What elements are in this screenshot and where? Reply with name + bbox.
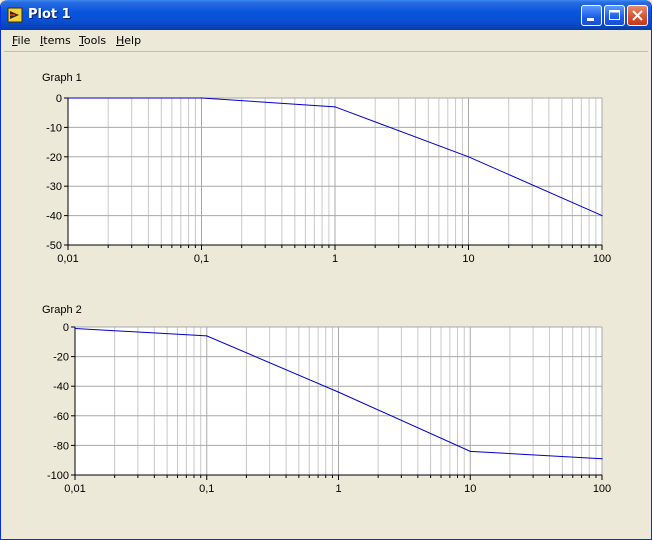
x-tick-label: 0,1 [199, 483, 214, 495]
y-tick-label: -20 [53, 352, 69, 364]
plot-window: Plot 1 File Items Tools Help Graph 1 Gra… [0, 0, 652, 540]
graph-2-chart: 0,01 0,1 1 10 100 0 -20 -40 -60 -80 -100 [47, 322, 611, 495]
y-tick-label: -100 [47, 470, 69, 482]
data-point [469, 450, 471, 452]
data-point [601, 458, 603, 460]
y-tick-label: -80 [53, 440, 69, 452]
x-tick-label: 100 [593, 483, 611, 495]
y-tick-label: -40 [53, 381, 69, 393]
data-point [337, 391, 340, 393]
x-tick-label: 1 [335, 483, 341, 495]
x-tick-label: 0,01 [64, 483, 85, 495]
data-point [206, 335, 208, 337]
x-tick-label: 10 [464, 483, 476, 495]
y-tick-label: 0 [63, 322, 69, 334]
y-tick-label: -60 [53, 411, 69, 423]
data-point [74, 327, 76, 330]
